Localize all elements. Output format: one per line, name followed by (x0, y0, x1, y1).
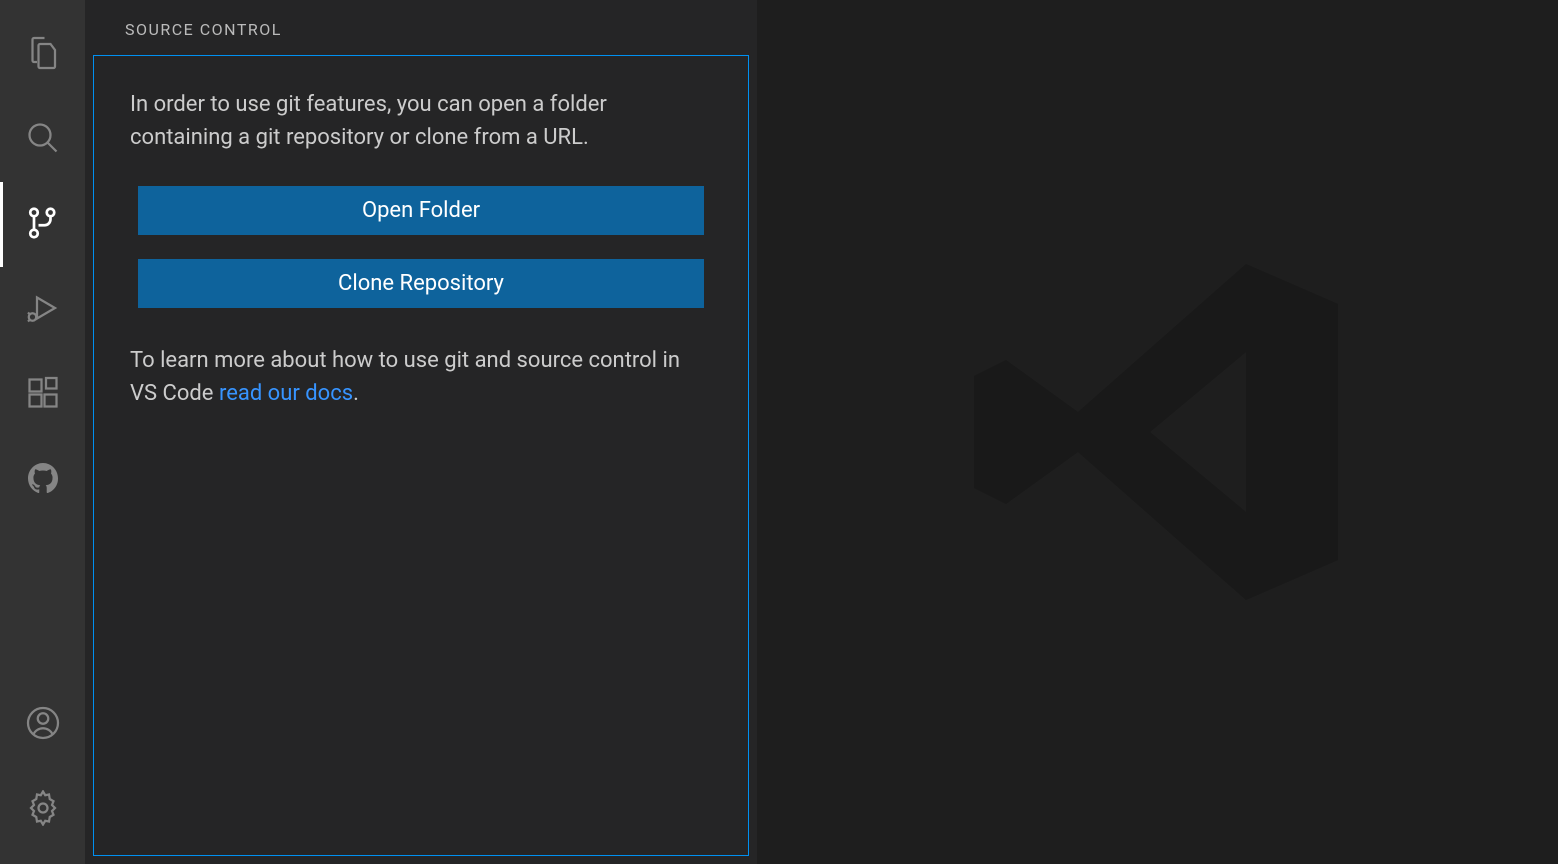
activity-settings[interactable] (0, 767, 85, 852)
files-icon (25, 35, 61, 75)
learn-more-text: To learn more about how to use git and s… (130, 344, 712, 410)
panel-description: In order to use git features, you can op… (130, 88, 712, 154)
source-control-panel: In order to use git features, you can op… (93, 55, 749, 856)
gear-icon (25, 790, 61, 830)
extensions-icon (25, 375, 61, 415)
activity-accounts[interactable] (0, 682, 85, 767)
activity-explorer[interactable] (0, 12, 85, 97)
sidebar-title: SOURCE CONTROL (85, 0, 757, 47)
activity-bar (0, 0, 85, 864)
vscode-logo-icon (958, 232, 1358, 632)
activity-extensions[interactable] (0, 352, 85, 437)
account-icon (25, 705, 61, 745)
debug-icon (25, 290, 61, 330)
open-folder-button[interactable]: Open Folder (138, 186, 704, 235)
activity-search[interactable] (0, 97, 85, 182)
activity-run-debug[interactable] (0, 267, 85, 352)
clone-repository-button[interactable]: Clone Repository (138, 259, 704, 308)
editor-area (757, 0, 1558, 864)
activity-source-control[interactable] (0, 182, 85, 267)
github-icon (25, 460, 61, 500)
source-control-icon (25, 205, 61, 245)
sidebar: SOURCE CONTROL In order to use git featu… (85, 0, 757, 864)
read-docs-link[interactable]: read our docs (219, 381, 353, 406)
search-icon (25, 120, 61, 160)
activity-github[interactable] (0, 437, 85, 522)
